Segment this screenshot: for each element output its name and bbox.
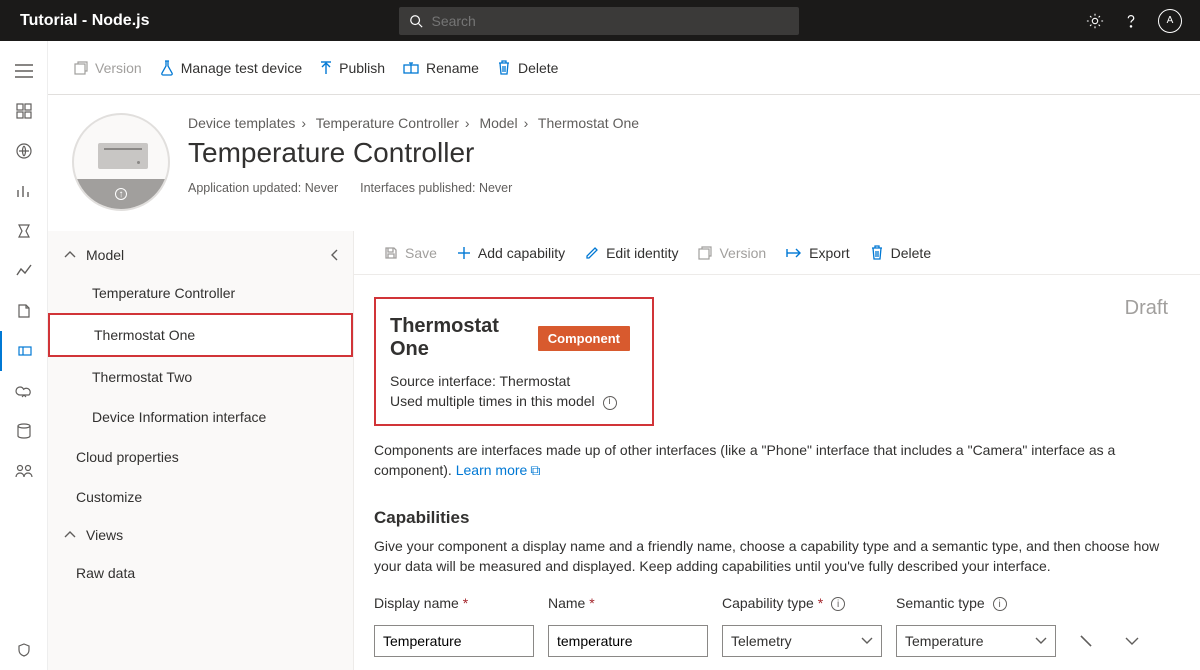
rail-users-icon[interactable] — [0, 451, 48, 491]
sidebar-model-header[interactable]: Model — [48, 237, 353, 273]
name-input[interactable] — [548, 625, 708, 657]
plus-icon — [457, 246, 471, 260]
info-icon[interactable]: i — [603, 396, 617, 410]
version-icon — [698, 246, 712, 260]
capabilities-heading: Capabilities — [374, 508, 1170, 528]
delete-button[interactable]: Delete — [497, 60, 558, 76]
app-title: Tutorial - Node.js — [0, 12, 169, 30]
edit-identity-button[interactable]: Edit identity — [585, 245, 678, 261]
save-icon — [384, 246, 398, 260]
rail-export-icon[interactable] — [0, 291, 48, 331]
breadcrumb-device-templates[interactable]: Device templates — [188, 115, 295, 131]
source-interface-label: Source interface: Thermostat — [390, 371, 630, 391]
chevron-down-icon — [861, 637, 873, 645]
template-icon: ↑ — [72, 113, 170, 211]
flask-icon — [160, 60, 174, 76]
upload-icon[interactable]: ↑ — [115, 188, 127, 200]
breadcrumb-temperature-controller[interactable]: Temperature Controller — [316, 115, 459, 131]
content-toolbar: Save Add capability Edit identity Versio… — [354, 231, 1200, 275]
col-sem-type: Semantic type i — [896, 595, 1056, 611]
edit-icon — [585, 246, 599, 260]
export-button[interactable]: Export — [786, 245, 849, 261]
sidebar-item-thermostat-one[interactable]: Thermostat One — [48, 313, 353, 357]
component-badge: Component — [538, 326, 630, 351]
avatar[interactable]: A — [1158, 9, 1182, 33]
semantic-type-select[interactable]: Temperature — [896, 625, 1056, 657]
publish-button[interactable]: Publish — [320, 60, 385, 76]
chevron-left-icon[interactable] — [331, 249, 339, 261]
component-title: Thermostat One — [390, 315, 524, 361]
capability-type-select[interactable]: Telemetry — [722, 625, 882, 657]
sidebar-item-customize[interactable]: Customize — [48, 477, 353, 517]
rail-jobs-icon[interactable] — [0, 211, 48, 251]
help-icon[interactable] — [1122, 12, 1140, 30]
sidebar-views-header[interactable]: Views — [48, 517, 353, 553]
info-icon[interactable]: i — [831, 597, 845, 611]
chevron-up-icon — [64, 251, 76, 259]
search-input[interactable] — [431, 13, 789, 29]
status-draft: Draft — [1125, 297, 1170, 320]
expand-row-button[interactable] — [1116, 636, 1148, 646]
app-updated-label: Application updated: Never — [188, 181, 338, 195]
sidebar-item-temperature-controller[interactable]: Temperature Controller — [48, 273, 353, 313]
col-name: Name — [548, 595, 708, 611]
col-display-name: Display name — [374, 595, 534, 611]
rail-devices-icon[interactable] — [0, 131, 48, 171]
trash-icon — [870, 245, 884, 260]
rename-button[interactable]: Rename — [403, 60, 479, 76]
search-bar[interactable] — [399, 7, 799, 35]
sidebar-item-raw-data[interactable]: Raw data — [48, 553, 353, 593]
interfaces-published-label: Interfaces published: Never — [360, 181, 512, 195]
rail-dashboard-icon[interactable] — [0, 91, 48, 131]
add-capability-button[interactable]: Add capability — [457, 245, 565, 261]
content-delete-button[interactable]: Delete — [870, 245, 931, 261]
save-button[interactable]: Save — [384, 245, 437, 261]
used-multiple-label: Used multiple times in this model i — [390, 391, 630, 411]
learn-more-link[interactable]: Learn more⧉ — [456, 462, 541, 478]
rail-storage-icon[interactable] — [0, 411, 48, 451]
settings-icon[interactable] — [1086, 12, 1104, 30]
info-icon[interactable]: i — [993, 597, 1007, 611]
component-description: Components are interfaces made up of oth… — [374, 440, 1170, 481]
col-cap-type: Capability type i — [722, 595, 882, 611]
rail-admin-icon[interactable] — [0, 630, 48, 670]
content-version-button[interactable]: Version — [698, 245, 766, 261]
rename-icon — [403, 62, 419, 74]
capabilities-description: Give your component a display name and a… — [374, 536, 1170, 577]
search-icon — [409, 14, 423, 28]
version-icon — [74, 61, 88, 75]
rail-cloud-icon[interactable] — [0, 371, 48, 411]
breadcrumb: Device templates› Temperature Controller… — [188, 115, 639, 131]
version-button[interactable]: Version — [74, 60, 142, 76]
export-icon — [786, 247, 802, 259]
command-bar: Version Manage test device Publish Renam… — [48, 41, 1200, 95]
breadcrumb-thermostat-one: Thermostat One — [538, 115, 639, 131]
rail-analytics-icon[interactable] — [0, 171, 48, 211]
publish-icon — [320, 61, 332, 75]
breadcrumb-model[interactable]: Model — [479, 115, 517, 131]
sidebar-item-cloud-properties[interactable]: Cloud properties — [48, 437, 353, 477]
component-header-block: Thermostat One Component Source interfac… — [374, 297, 654, 426]
hamburger-icon[interactable] — [0, 51, 48, 91]
trash-icon — [497, 60, 511, 75]
rail-templates-icon[interactable] — [0, 331, 48, 371]
chevron-up-icon — [64, 531, 76, 539]
page-title: Temperature Controller — [188, 137, 639, 169]
external-link-icon: ⧉ — [530, 462, 540, 478]
remove-row-button[interactable] — [1070, 634, 1102, 648]
manage-test-device-button[interactable]: Manage test device — [160, 60, 302, 76]
left-rail — [0, 41, 48, 670]
rail-rules-icon[interactable] — [0, 251, 48, 291]
sidebar-item-thermostat-two[interactable]: Thermostat Two — [48, 357, 353, 397]
model-sidebar: Model Temperature Controller Thermostat … — [48, 231, 354, 670]
sidebar-item-device-info[interactable]: Device Information interface — [48, 397, 353, 437]
capability-row: Telemetry Temperature — [374, 625, 1170, 657]
chevron-down-icon — [1035, 637, 1047, 645]
display-name-input[interactable] — [374, 625, 534, 657]
